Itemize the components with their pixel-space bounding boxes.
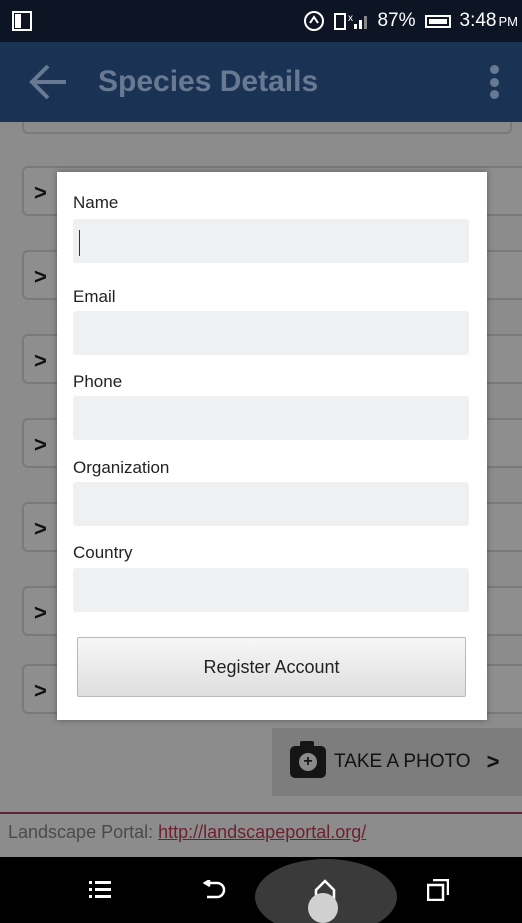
screen-mirror-icon — [12, 11, 32, 31]
back-nav-icon[interactable] — [193, 857, 237, 923]
clock: 3:48 PM — [459, 10, 518, 31]
email-label: Email — [73, 287, 116, 306]
svg-text:x: x — [348, 13, 353, 24]
country-label: Country — [73, 543, 133, 562]
name-label: Name — [73, 193, 119, 212]
name-field[interactable] — [73, 219, 469, 263]
take-photo-label: TAKE A PHOTO — [334, 751, 471, 772]
overflow-menu-icon[interactable] — [484, 62, 504, 102]
back-arrow-icon[interactable] — [26, 62, 70, 102]
signal-icon: x — [334, 13, 368, 30]
portal-footer: Landscape Portal: http://landscapeportal… — [8, 822, 367, 842]
chevron-right-icon: > — [34, 348, 47, 373]
organization-label: Organization — [73, 458, 170, 477]
chevron-right-icon: > — [34, 516, 47, 541]
chevron-right-icon: > — [486, 749, 500, 774]
battery-percent: 87% — [377, 10, 416, 31]
touch-indicator — [308, 893, 338, 923]
chevron-right-icon: > — [34, 180, 47, 205]
page-title: Species Details — [98, 65, 319, 98]
camera-icon — [290, 741, 326, 778]
recent-menu-icon[interactable] — [78, 857, 122, 923]
nfc-icon — [304, 11, 325, 31]
battery-icon — [424, 14, 451, 28]
overview-icon[interactable] — [416, 857, 460, 923]
phone-label: Phone — [73, 372, 123, 391]
text-caret — [79, 230, 80, 256]
phone-field[interactable] — [73, 396, 469, 440]
app-bar: Species Details — [0, 42, 522, 122]
chevron-right-icon: > — [34, 600, 47, 625]
organization-field[interactable] — [73, 482, 469, 526]
divider — [0, 812, 522, 814]
list-item — [22, 122, 512, 134]
portal-link[interactable]: http://landscapeportal.org/ — [158, 822, 366, 842]
email-field[interactable] — [73, 311, 469, 355]
register-account-button[interactable]: Register Account — [77, 637, 466, 697]
navigation-bar — [0, 857, 522, 923]
register-dialog: Name Email Phone Organization Country Re… — [57, 172, 487, 720]
chevron-right-icon: > — [34, 678, 47, 703]
take-photo-button[interactable]: TAKE A PHOTO > — [272, 728, 522, 796]
status-bar: x 87% 3:48 PM — [0, 0, 522, 42]
country-field[interactable] — [73, 568, 469, 612]
chevron-right-icon: > — [34, 432, 47, 457]
chevron-right-icon: > — [34, 264, 47, 289]
